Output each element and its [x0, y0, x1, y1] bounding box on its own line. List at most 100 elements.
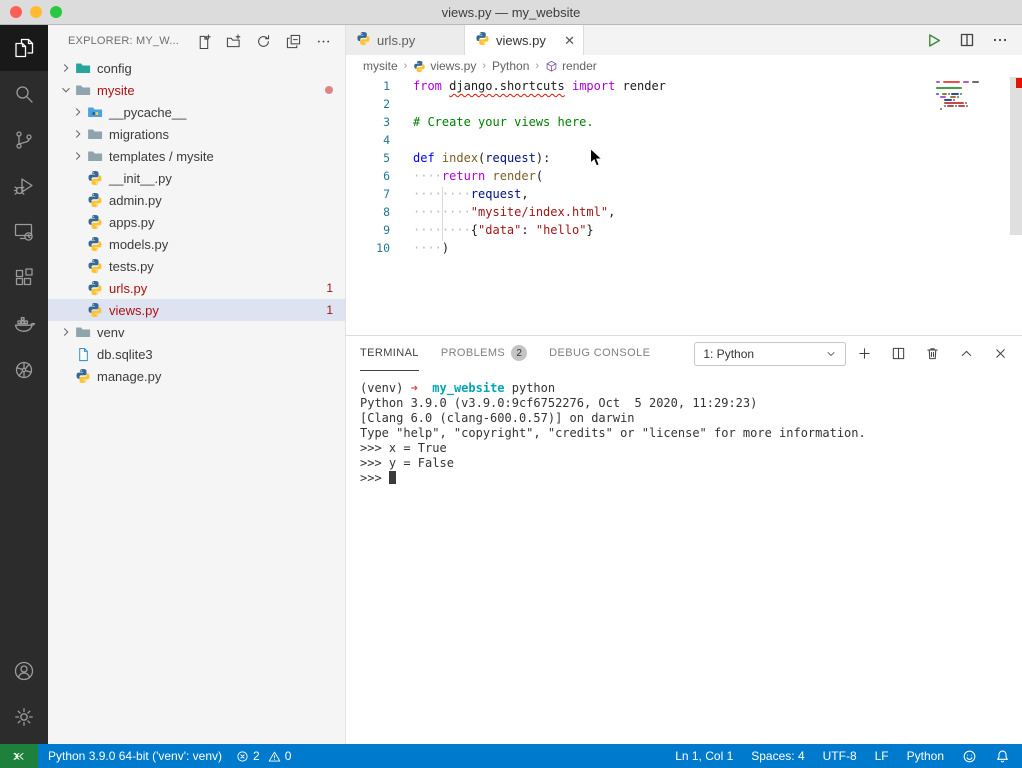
tree-item-templates-mysite[interactable]: templates / mysite — [48, 145, 345, 167]
explorer-header: EXPLORER: MY_W... — [48, 25, 345, 57]
tab-debug-console[interactable]: DEBUG CONSOLE — [549, 336, 650, 371]
explorer-sidebar: EXPLORER: MY_W... config mysite__pycache_… — [48, 25, 346, 744]
new-folder-icon[interactable] — [226, 34, 241, 49]
kubernetes-icon[interactable] — [0, 347, 48, 393]
run-and-debug-icon[interactable] — [0, 163, 48, 209]
collapse-folders-icon[interactable] — [286, 34, 301, 49]
editor-scrollbar[interactable] — [1010, 77, 1022, 235]
tab-views-py[interactable]: views.py ✕ — [465, 25, 584, 55]
tab-terminal[interactable]: TERMINAL — [360, 336, 419, 371]
tree-item-label: venv — [97, 325, 124, 340]
breadcrumb-language[interactable]: Python — [492, 59, 529, 73]
tree-item-label: config — [97, 61, 132, 76]
tree-item-admin-py[interactable]: admin.py — [48, 189, 345, 211]
maximize-panel-icon[interactable] — [959, 346, 974, 361]
split-editor-icon[interactable] — [959, 32, 975, 48]
remote-explorer-icon[interactable] — [0, 209, 48, 255]
tab-problems[interactable]: PROBLEMS2 — [441, 336, 527, 371]
terminal-selector-dropdown[interactable]: 1: Python — [694, 342, 846, 366]
terminal-line: [Clang 6.0 (clang-600.0.57)] on darwin — [360, 411, 1022, 426]
tree-item-views-py[interactable]: views.py1 — [48, 299, 345, 321]
explorer-title: EXPLORER: MY_W... — [68, 35, 179, 47]
python-interpreter-status[interactable]: Python 3.9.0 64-bit ('venv': venv) — [48, 749, 222, 763]
tree-item-migrations[interactable]: migrations — [48, 123, 345, 145]
traffic-lights — [10, 6, 62, 18]
source-control-icon[interactable] — [0, 117, 48, 163]
feedback-icon[interactable] — [962, 749, 977, 764]
close-tab-icon[interactable]: ✕ — [564, 34, 575, 47]
error-dot-badge — [325, 86, 333, 94]
language-mode-status[interactable]: Python — [907, 749, 944, 763]
explorer-icon[interactable] — [0, 25, 48, 71]
tab-urls-py[interactable]: urls.py — [346, 25, 465, 55]
python-file-icon — [475, 31, 490, 49]
code-line-2: 2 — [346, 95, 1022, 113]
code-line-10: 10 ····) — [346, 239, 1022, 257]
settings-gear-icon[interactable] — [0, 694, 48, 740]
notifications-bell-icon[interactable] — [995, 749, 1010, 764]
tree-item--pycache-[interactable]: __pycache__ — [48, 101, 345, 123]
more-actions-icon[interactable] — [316, 34, 331, 49]
code-line-1: 1from django.shortcuts import render — [346, 77, 1022, 95]
minimap[interactable] — [934, 81, 1006, 191]
python-icon — [86, 214, 104, 230]
search-icon[interactable] — [0, 71, 48, 117]
tree-item-mysite[interactable]: mysite — [48, 79, 345, 101]
code-line-4: 4 — [346, 131, 1022, 149]
chevron-right-icon — [70, 149, 86, 163]
problems-status[interactable]: 2 0 — [236, 749, 291, 763]
docker-icon[interactable] — [0, 301, 48, 347]
problems-count-badge: 1 — [326, 281, 333, 295]
tree-item-label: apps.py — [109, 215, 155, 230]
new-terminal-icon[interactable] — [857, 346, 872, 361]
zoom-window-button[interactable] — [50, 6, 62, 18]
refresh-icon[interactable] — [256, 34, 271, 49]
encoding-status[interactable]: UTF-8 — [823, 749, 857, 763]
remote-indicator[interactable] — [0, 744, 38, 768]
breadcrumb-file[interactable]: views.py — [413, 59, 476, 73]
code-editor[interactable]: 1from django.shortcuts import render23# … — [346, 77, 1022, 335]
kill-terminal-icon[interactable] — [925, 346, 940, 361]
tree-item-manage-py[interactable]: manage.py — [48, 365, 345, 387]
more-actions-icon[interactable] — [992, 32, 1008, 48]
new-file-icon[interactable] — [196, 34, 211, 49]
chevron-right-icon — [70, 127, 86, 141]
tree-item-tests-py[interactable]: tests.py — [48, 255, 345, 277]
line-number: 10 — [346, 241, 390, 255]
account-icon[interactable] — [0, 648, 48, 694]
terminal-line: Type "help", "copyright", "credits" or "… — [360, 426, 1022, 441]
code-text: ····) — [413, 241, 449, 255]
tree-item-label: urls.py — [109, 281, 147, 296]
code-line-5: 5def index(request): — [346, 149, 1022, 167]
tree-item-urls-py[interactable]: urls.py 1 — [48, 277, 345, 299]
breadcrumb-folder[interactable]: mysite — [363, 59, 398, 73]
tree-item-label: models.py — [109, 237, 168, 252]
minimize-window-button[interactable] — [30, 6, 42, 18]
breadcrumb-symbol[interactable]: render — [545, 59, 597, 73]
tree-item-db-sqlite3[interactable]: db.sqlite3 — [48, 343, 345, 365]
tree-item-models-py[interactable]: models.py — [48, 233, 345, 255]
terminal-output[interactable]: (venv) ➜ my_website pythonPython 3.9.0 (… — [346, 371, 1022, 744]
tree-item-venv[interactable]: venv — [48, 321, 345, 343]
eol-status[interactable]: LF — [875, 749, 889, 763]
chevron-right-icon — [58, 61, 74, 75]
tree-item-config[interactable]: config — [48, 57, 345, 79]
line-number: 3 — [346, 115, 390, 129]
tree-item--init-py[interactable]: __init__.py — [48, 167, 345, 189]
symbol-cube-icon — [545, 60, 558, 73]
indentation-status[interactable]: Spaces: 4 — [751, 749, 804, 763]
tree-item-label: admin.py — [109, 193, 162, 208]
close-panel-icon[interactable] — [993, 346, 1008, 361]
terminal-cursor — [389, 471, 396, 484]
code-text: def index(request): — [413, 151, 550, 165]
run-python-file-icon[interactable] — [925, 32, 942, 49]
python-icon — [86, 236, 104, 252]
terminal-line: >>> x = True — [360, 441, 1022, 456]
close-window-button[interactable] — [10, 6, 22, 18]
split-terminal-icon[interactable] — [891, 346, 906, 361]
extensions-icon[interactable] — [0, 255, 48, 301]
chevron-down-icon — [825, 348, 837, 360]
cursor-position-status[interactable]: Ln 1, Col 1 — [675, 749, 733, 763]
line-number: 7 — [346, 187, 390, 201]
tree-item-apps-py[interactable]: apps.py — [48, 211, 345, 233]
